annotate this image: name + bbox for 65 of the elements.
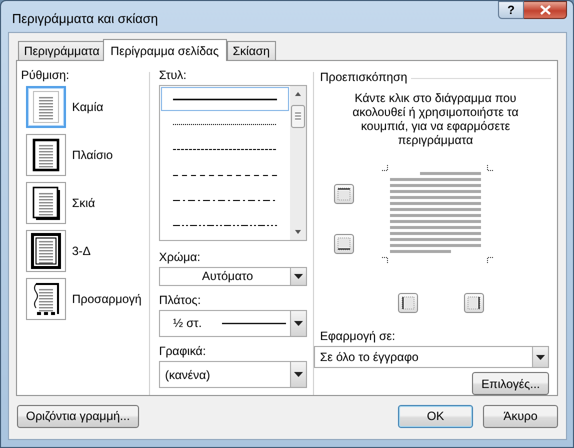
page-icon — [30, 89, 62, 125]
dropdown-arrow-button[interactable] — [290, 268, 306, 285]
caret-icon — [294, 274, 303, 279]
window-title: Περιγράμματα και σκίαση — [12, 11, 158, 26]
dropdown-arrow-button[interactable] — [290, 362, 306, 387]
tab[interactable]: Περίγραμμα σελίδας — [102, 39, 227, 61]
field-label: Στυλ: — [159, 68, 188, 83]
tab[interactable]: Περιγράμματα — [18, 41, 106, 60]
left-border-icon — [400, 295, 416, 311]
bottom-border-icon — [336, 236, 352, 252]
caret-icon — [294, 372, 303, 377]
top-border-button[interactable] — [334, 184, 354, 204]
dropdown-field[interactable]: ½ στ. — [159, 310, 307, 337]
right-border-icon — [466, 295, 482, 311]
bottom-border-button[interactable] — [334, 234, 354, 254]
left-border-button[interactable] — [398, 293, 418, 313]
instruction-text: Κάντε κλικ στο διάγραμμα που ακολουθεί ή χρησιμοποιήστε τα κουμπιά, για να εφαρμόσετε περιγράμματα — [351, 91, 520, 147]
line-sample-icon — [173, 122, 277, 126]
setting-label: 3-Δ — [72, 244, 91, 258]
page-icon — [30, 137, 62, 173]
close-icon — [540, 5, 550, 15]
group-title: Προεπισκόπηση — [320, 70, 408, 85]
dropdown-field[interactable]: Σε όλο το έγγραφο — [314, 346, 549, 368]
dropdown-value: Σε όλο το έγγραφο — [320, 350, 419, 364]
setting-label: Προσαρμογή — [72, 292, 142, 306]
dropdown-arrow-button[interactable] — [290, 310, 306, 336]
line-sample-icon — [173, 198, 277, 202]
dropdown-arrow-button[interactable] — [532, 347, 548, 367]
setting-button[interactable] — [26, 134, 66, 176]
page-icon — [30, 233, 62, 269]
horizontal-line-button[interactable]: Οριζόντια γραμμή... — [17, 404, 139, 428]
setting-label: Σκιά — [72, 196, 96, 210]
setting-label: Καμία — [72, 100, 104, 114]
caret-icon — [536, 354, 545, 360]
line-style-option[interactable] — [161, 87, 289, 112]
options-button[interactable]: Επιλογές... — [472, 372, 549, 395]
line-sample-icon — [222, 322, 286, 325]
dropdown-field[interactable]: (κανένα) — [159, 360, 307, 388]
setting-button[interactable] — [26, 182, 66, 224]
right-border-button[interactable] — [464, 293, 484, 313]
field-label: Εφαρμογή σε: — [320, 329, 396, 344]
line-style-list[interactable] — [159, 85, 307, 241]
setting-button[interactable] — [26, 278, 66, 320]
cancel-button[interactable]: Άκυρο — [483, 404, 558, 428]
field-label: Χρώμα: — [159, 250, 202, 265]
setting-button[interactable] — [26, 230, 66, 272]
dropdown-field[interactable]: Αυτόματο — [159, 267, 307, 286]
field-label: Πλάτος: — [159, 292, 202, 308]
dropdown-value: ½ στ. — [173, 316, 202, 330]
dropdown-value: (κανένα) — [165, 368, 212, 382]
field-label: Γραφικά: — [159, 344, 207, 359]
line-sample-icon — [173, 224, 277, 228]
line-sample-icon — [173, 148, 277, 152]
line-sample-icon — [173, 98, 277, 101]
ok-button[interactable]: OK — [398, 404, 473, 428]
top-border-icon — [336, 186, 352, 202]
section-label: Ρύθμιση: — [21, 68, 70, 83]
help-button[interactable]: ? — [498, 1, 524, 19]
close-button[interactable] — [524, 1, 567, 19]
dropdown-value: Αυτόματο — [200, 269, 254, 284]
setting-label: Πλαίσιο — [72, 148, 113, 162]
page-icon — [30, 185, 62, 221]
line-sample-icon — [173, 174, 277, 177]
tab[interactable]: Σκίαση — [226, 41, 276, 60]
caret-icon — [294, 320, 303, 326]
